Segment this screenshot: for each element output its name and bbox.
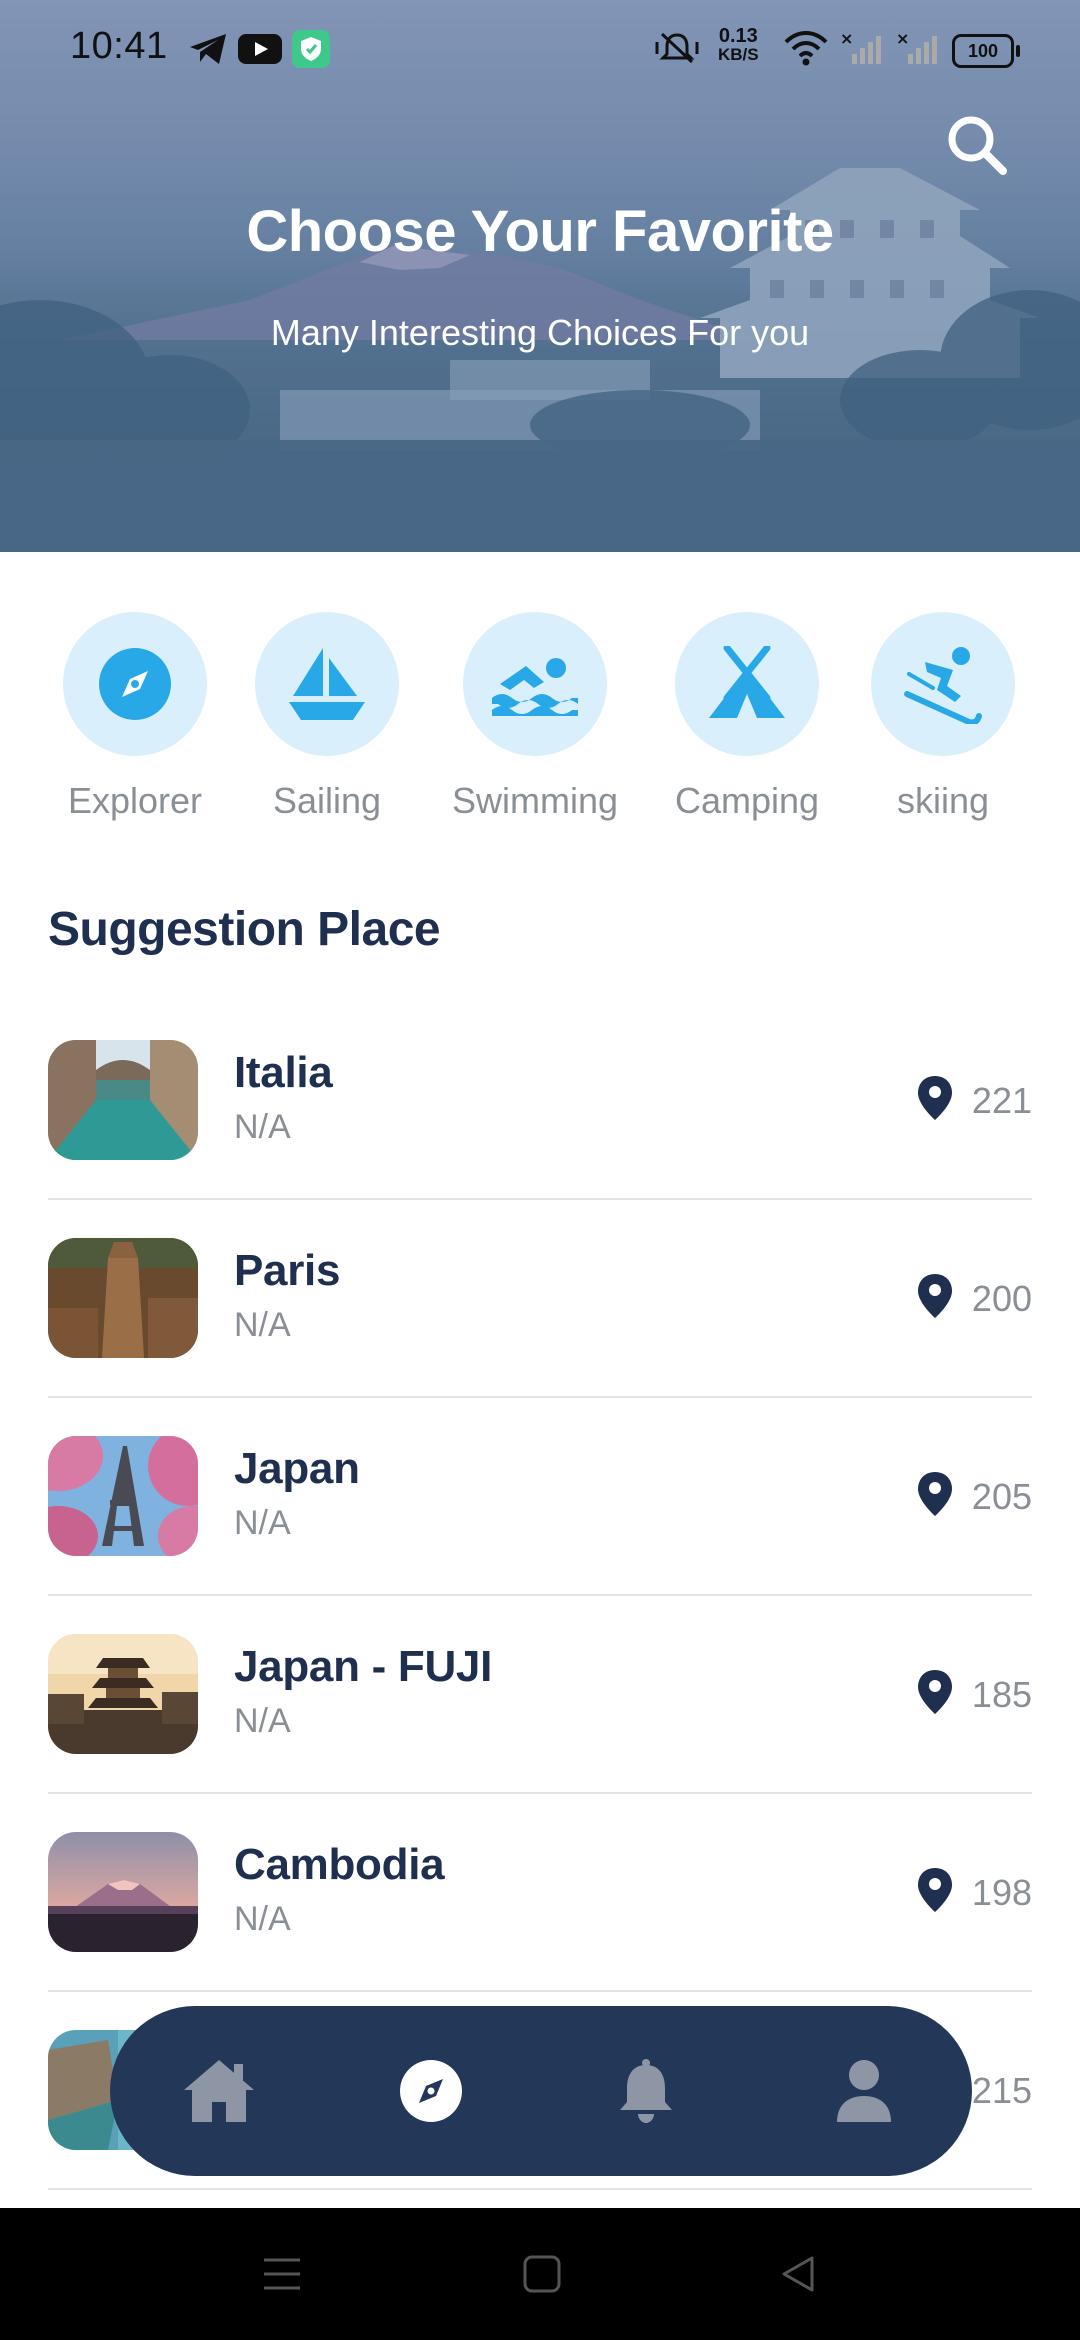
- place-name: Italia: [234, 1048, 333, 1097]
- category-sailing[interactable]: Sailing: [232, 612, 422, 822]
- place-subtitle: N/A: [234, 1108, 291, 1146]
- location-pin-icon: [918, 1472, 952, 1516]
- network-speed-unit: KB/S: [718, 45, 759, 64]
- place-subtitle: N/A: [234, 1504, 291, 1542]
- status-time: 10:41: [70, 25, 168, 67]
- vpn-shield-icon: [292, 30, 330, 68]
- category-icon-circle: [463, 612, 607, 756]
- place-thumbnail: [48, 1040, 198, 1160]
- temple-ruins-image: [48, 1238, 198, 1358]
- category-skiing[interactable]: skiing: [848, 612, 1038, 822]
- place-thumbnail: [48, 1238, 198, 1358]
- mount-fuji-image: [48, 1832, 198, 1952]
- location-pin-icon: [918, 1274, 952, 1318]
- nav-notifications-button[interactable]: [602, 2047, 690, 2135]
- home-square-icon[interactable]: [522, 2254, 562, 2294]
- place-count: 215: [971, 2070, 1032, 2111]
- nav-profile-button[interactable]: [820, 2047, 908, 2135]
- compass-icon: [99, 648, 171, 720]
- place-thumbnail: [48, 1832, 198, 1952]
- search-button[interactable]: [944, 112, 1010, 178]
- menu-icon[interactable]: [262, 2254, 302, 2294]
- section-title: Suggestion Place: [48, 903, 441, 956]
- place-thumbnail: [48, 1436, 198, 1556]
- user-icon: [837, 2060, 891, 2122]
- youtube-icon: [238, 34, 282, 64]
- bottom-navigation: [110, 2006, 972, 2176]
- signal-sim1-icon: ×: [840, 30, 881, 64]
- place-row-paris[interactable]: Paris N/A 200: [48, 1198, 1032, 1398]
- location-pin-icon: [918, 1670, 952, 1714]
- skier-icon: [904, 647, 982, 724]
- place-count: 185: [971, 1674, 1032, 1715]
- tent-icon: [709, 646, 785, 718]
- location-pin-icon: [918, 1076, 952, 1120]
- place-thumbnail: [48, 1634, 198, 1754]
- back-triangle-icon[interactable]: [778, 2254, 818, 2294]
- place-count: 205: [971, 1476, 1032, 1517]
- sailboat-icon: [289, 648, 365, 720]
- category-label: Swimming: [451, 780, 619, 821]
- place-row-japan[interactable]: Japan N/A 205: [48, 1396, 1032, 1596]
- place-row-italia[interactable]: Italia N/A 221: [48, 1000, 1032, 1200]
- bell-icon: [620, 2059, 672, 2123]
- category-label: skiing: [896, 780, 990, 821]
- place-row-japan-fuji[interactable]: Japan - FUJI N/A 185: [48, 1594, 1032, 1794]
- category-camping[interactable]: Camping: [652, 612, 842, 822]
- signal-sim2-icon: ×: [896, 30, 937, 64]
- pagoda-street-image: [48, 1634, 198, 1754]
- place-name: Cambodia: [234, 1840, 445, 1889]
- place-name: Japan: [234, 1444, 360, 1493]
- category-label: Sailing: [272, 780, 382, 821]
- place-count: 221: [971, 1080, 1032, 1121]
- svg-text:×: ×: [840, 30, 853, 48]
- hero-title: Choose Your Favorite: [246, 199, 834, 264]
- category-icon-circle: [63, 612, 207, 756]
- battery-indicator: 100: [952, 34, 1020, 68]
- category-icon-circle: [675, 612, 819, 756]
- network-speed: 0.13 KB/S: [718, 26, 759, 63]
- category-icon-circle: [255, 612, 399, 756]
- search-icon: [948, 116, 1007, 175]
- venice-canal-image: [48, 1040, 198, 1160]
- place-name: Paris: [234, 1246, 341, 1295]
- place-row-cambodia[interactable]: Cambodia N/A 198: [48, 1792, 1032, 1992]
- eiffel-tower-blossom-image: [48, 1436, 198, 1556]
- category-label: Explorer: [67, 780, 203, 821]
- location-pin-icon: [918, 1868, 952, 1912]
- place-count: 198: [971, 1872, 1032, 1913]
- wifi-icon: [784, 31, 828, 66]
- place-subtitle: N/A: [234, 1306, 291, 1344]
- place-subtitle: N/A: [234, 1702, 291, 1740]
- swimmer-icon: [492, 658, 578, 716]
- system-navigation-bar: [0, 2208, 1080, 2340]
- svg-text:×: ×: [896, 30, 909, 48]
- mute-vibrate-icon: [655, 32, 699, 64]
- compass-icon: [400, 2060, 462, 2122]
- hero-subtitle: Many Interesting Choices For you: [270, 312, 810, 353]
- place-name: Japan - FUJI: [234, 1642, 493, 1691]
- nav-explore-button[interactable]: [387, 2047, 475, 2135]
- category-swimming[interactable]: Swimming: [440, 612, 630, 822]
- network-speed-value: 0.13: [718, 25, 758, 47]
- status-bar: 10:41 0.13 KB/S × × 100: [0, 0, 1080, 96]
- category-label: Camping: [674, 780, 820, 821]
- place-subtitle: N/A: [234, 1900, 291, 1938]
- place-count: 200: [971, 1278, 1032, 1319]
- home-icon: [184, 2060, 254, 2122]
- category-icon-circle: [871, 612, 1015, 756]
- category-explorer[interactable]: Explorer: [40, 612, 230, 822]
- nav-home-button[interactable]: [175, 2047, 263, 2135]
- telegram-icon: [190, 34, 226, 64]
